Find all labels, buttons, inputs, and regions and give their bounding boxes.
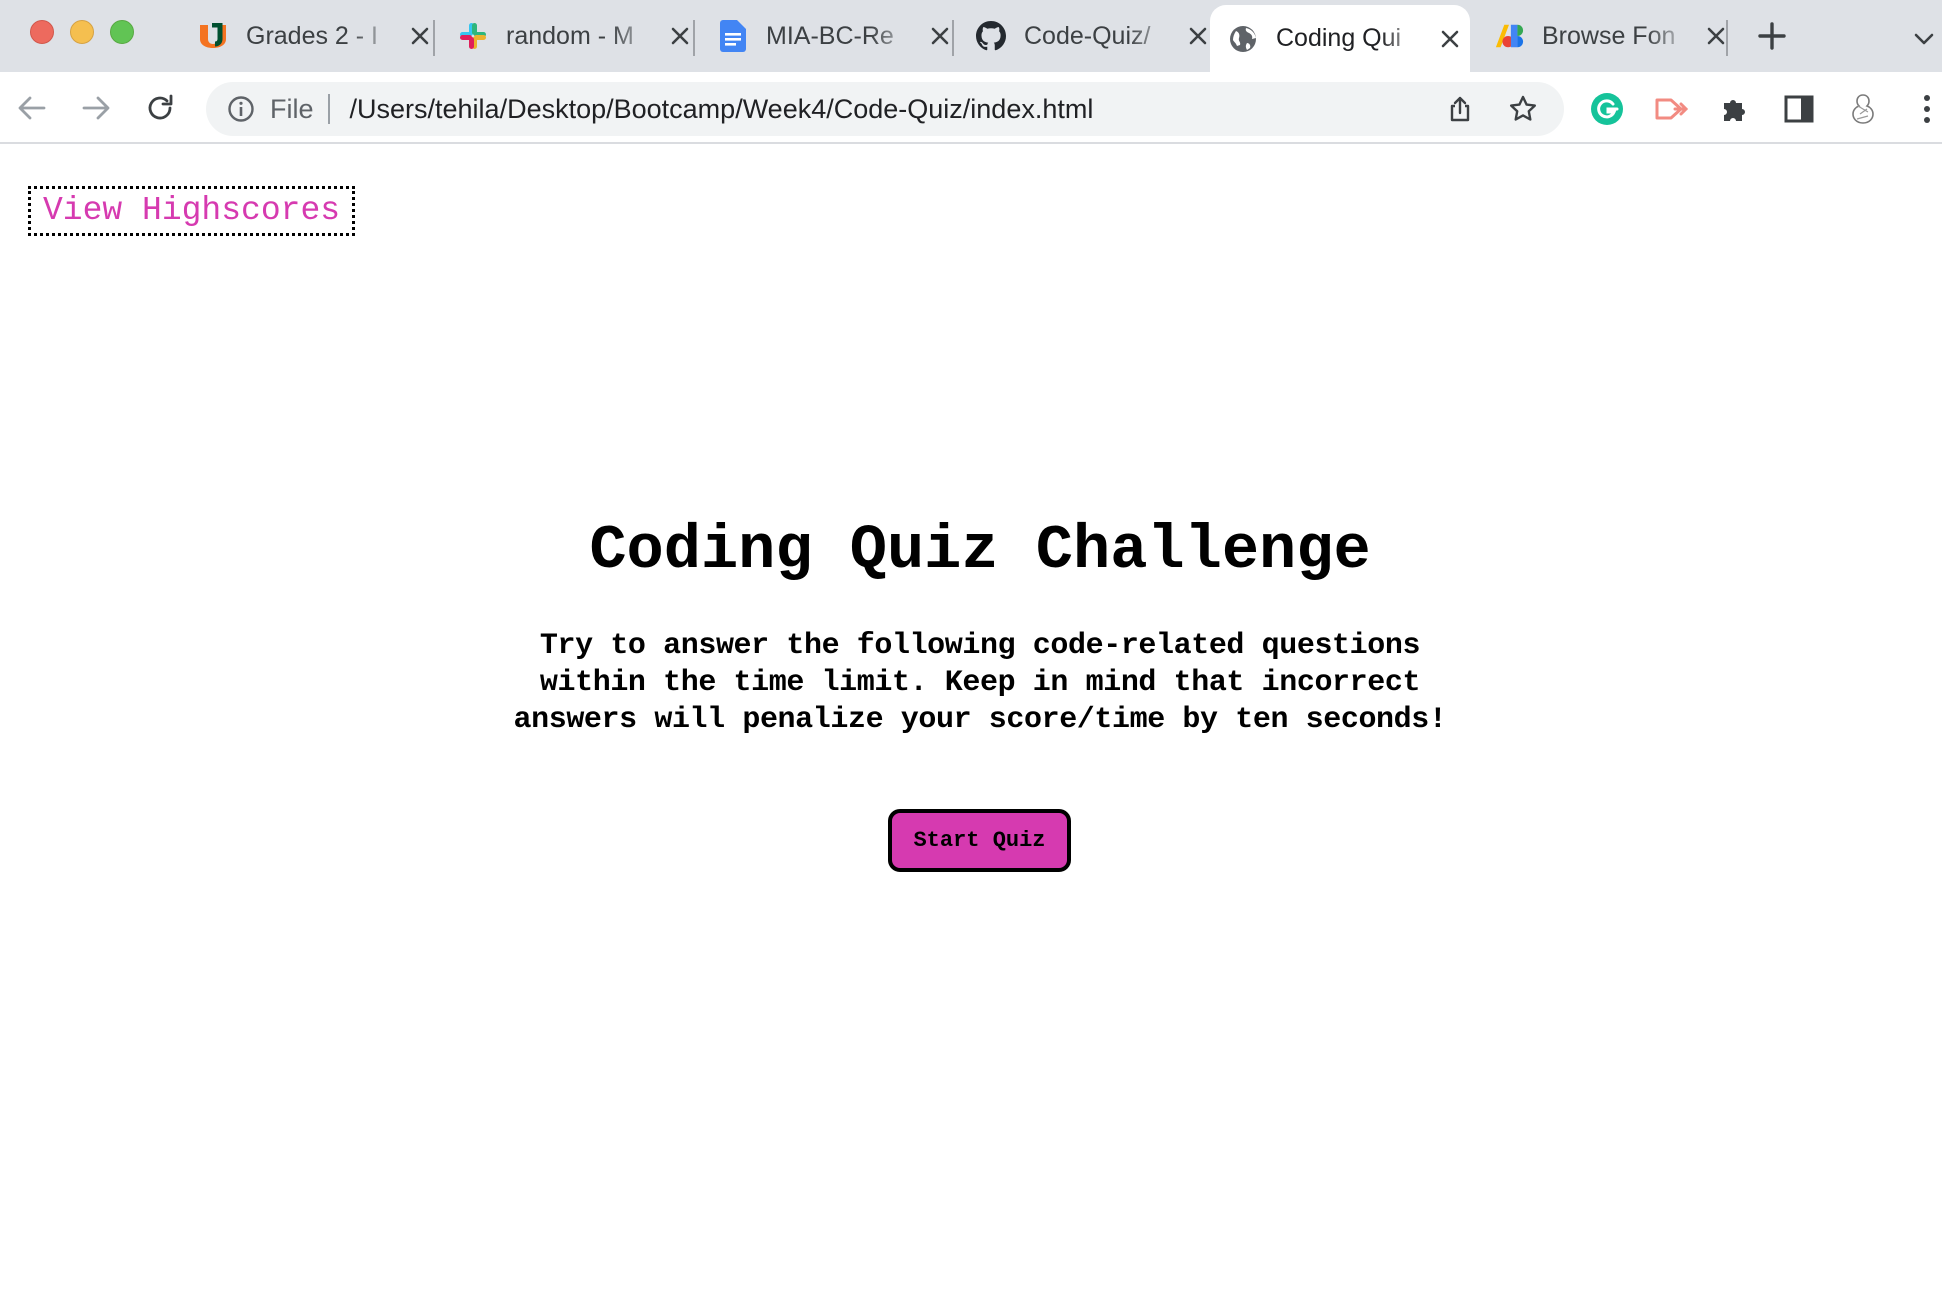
divider: [327, 94, 330, 124]
plus-icon: [1758, 22, 1786, 50]
arrow-right-icon: [82, 96, 110, 120]
tab-title: Grades 2 - I: [246, 21, 378, 50]
scheme-label: File: [270, 93, 314, 124]
tab-title: MIA-BC-Re: [766, 21, 894, 50]
tab-title: Browse Fon: [1542, 21, 1676, 50]
page-viewport: View Highscores Coding Quiz Challenge Tr…: [0, 146, 1942, 1298]
tab-google-fonts[interactable]: Browse Fon: [1476, 0, 1734, 72]
tab-separator: [1726, 20, 1728, 56]
profile-avatar-icon[interactable]: [1846, 92, 1880, 126]
github-icon: [976, 21, 1006, 51]
view-highscores-link[interactable]: View Highscores: [28, 186, 356, 236]
chevron-down-icon: [1914, 33, 1934, 45]
tab-search-button[interactable]: [1913, 28, 1935, 50]
university-u-icon: [198, 21, 228, 51]
tab-grades[interactable]: Grades 2 - I: [180, 0, 438, 72]
close-icon[interactable]: [406, 22, 434, 50]
tab-title: Coding Qui: [1276, 24, 1402, 52]
cast-extension-icon[interactable]: [1654, 92, 1688, 126]
info-icon[interactable]: [226, 94, 256, 124]
tab-separator: [433, 20, 435, 56]
tab-separator: [693, 20, 695, 56]
tab-separator: [952, 20, 954, 56]
start-quiz-button[interactable]: Start Quiz: [888, 809, 1071, 872]
back-button[interactable]: [14, 90, 50, 126]
zoom-window-button[interactable]: [110, 20, 134, 44]
grammarly-icon[interactable]: [1590, 92, 1624, 126]
reload-icon: [148, 94, 173, 120]
slack-icon: [458, 21, 488, 51]
tab-title: random - M: [506, 21, 634, 50]
tab-slack[interactable]: random - M: [440, 0, 698, 72]
tab-coding-quiz[interactable]: Coding Qui: [1210, 5, 1470, 72]
quiz-description: Try to answer the following code-related…: [513, 629, 1447, 737]
bookmark-star-icon[interactable]: [1508, 94, 1538, 124]
address-bar[interactable]: File /Users/tehila/Desktop/Bootcamp/Week…: [206, 82, 1564, 136]
google-fonts-icon: [1494, 21, 1524, 51]
docs-icon: [718, 20, 748, 52]
tab-strip: Grades 2 - I random - M MIA-BC-Re Code-Q…: [0, 0, 1942, 72]
reload-button[interactable]: [142, 90, 178, 126]
globe-icon: [1228, 24, 1258, 54]
share-icon[interactable]: [1446, 95, 1474, 123]
minimize-window-button[interactable]: [70, 20, 94, 44]
close-icon[interactable]: [666, 22, 694, 50]
new-tab-button[interactable]: [1756, 20, 1788, 52]
tab-title: Code-Quiz/: [1024, 21, 1151, 50]
side-panel-icon[interactable]: [1782, 92, 1816, 126]
browser-toolbar: File /Users/tehila/Desktop/Bootcamp/Week…: [0, 72, 1942, 144]
url-text[interactable]: /Users/tehila/Desktop/Bootcamp/Week4/Cod…: [350, 94, 1094, 125]
tab-google-doc[interactable]: MIA-BC-Re: [700, 0, 958, 72]
kebab-menu-icon[interactable]: [1910, 92, 1942, 126]
forward-button[interactable]: [78, 90, 114, 126]
close-icon[interactable]: [1436, 25, 1464, 53]
page-title: Coding Quiz Challenge: [589, 515, 1371, 586]
close-icon[interactable]: [926, 22, 954, 50]
tab-github[interactable]: Code-Quiz/: [958, 0, 1216, 72]
puzzle-extensions-icon[interactable]: [1718, 92, 1752, 126]
arrow-left-icon: [18, 96, 46, 120]
close-window-button[interactable]: [30, 20, 54, 44]
close-icon[interactable]: [1184, 22, 1212, 50]
